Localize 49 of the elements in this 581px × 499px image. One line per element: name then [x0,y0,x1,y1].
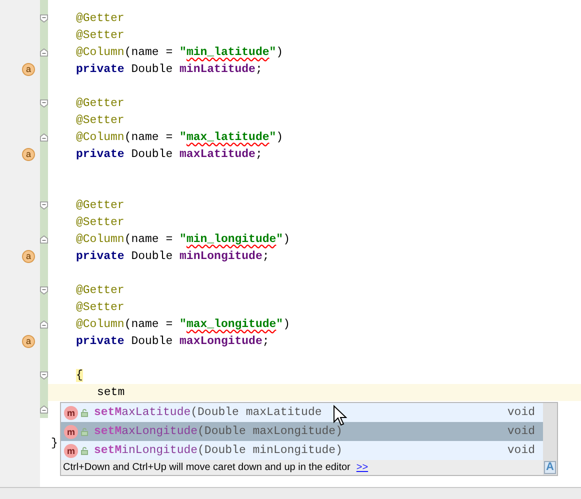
method-signature: setMaxLatitude(Double maxLatitude [94,404,322,421]
lock-icon [81,446,88,454]
method-icon: m [64,444,78,458]
return-type: void [507,424,535,440]
unfold-icon[interactable] [40,235,48,244]
code-line: private Double maxLongitude; [76,334,270,350]
code-line: @Setter [76,300,124,316]
method-icon: m [64,424,78,438]
code-line: @Getter [76,96,124,112]
fold-icon[interactable] [40,14,48,23]
method-signature: setMinLongitude(Double minLongitude) [94,442,342,459]
code-line: private Double minLongitude; [76,249,270,265]
field-badge[interactable]: a [22,63,35,76]
return-type: void [507,404,535,421]
code-line: private Double minLatitude; [76,62,262,78]
sort-toggle[interactable]: A [544,461,556,474]
code-line: @Setter [76,113,124,129]
code-line: @Column(name = "max_latitude") [76,130,284,146]
method-signature: setMaxLongitude(Double maxLongitude) [94,424,342,440]
unfold-icon[interactable] [40,320,48,329]
lock-icon [81,408,88,416]
code-line: @Setter [76,28,124,44]
fold-icon[interactable] [40,99,48,108]
code-line: setm [97,385,125,401]
unfold-icon[interactable] [40,133,48,142]
code-line: @Getter [76,283,124,299]
field-badge[interactable]: a [22,335,35,348]
fold-icon[interactable] [40,201,48,210]
fold-icon[interactable] [40,286,48,295]
code-line: @Setter [76,215,124,231]
more-link[interactable]: >> [356,460,368,475]
mouse-cursor-icon [333,405,347,426]
code-line: } [51,436,58,452]
field-badge[interactable]: a [22,148,35,161]
unfold-icon[interactable] [40,48,48,57]
code-line: @Getter [76,198,124,214]
completion-item[interactable]: m setMaxLongitude(Double maxLongitude) void [61,422,543,441]
code-line: @Getter [76,11,124,27]
unfold-icon[interactable] [40,405,48,414]
field-badge[interactable]: a [22,250,35,263]
return-type: void [507,442,535,459]
lock-icon [81,428,88,436]
code-line: @Column(name = "min_longitude") [76,232,290,248]
method-icon: m [64,406,78,420]
code-line: @Column(name = "max_longitude") [76,317,290,333]
code-line: private Double maxLatitude; [76,147,262,163]
fold-icon[interactable] [40,371,48,380]
hint-text: Ctrl+Down and Ctrl+Up will move caret down and up in the editor [63,461,350,475]
code-line: @Column(name = "min_latitude") [76,45,284,61]
